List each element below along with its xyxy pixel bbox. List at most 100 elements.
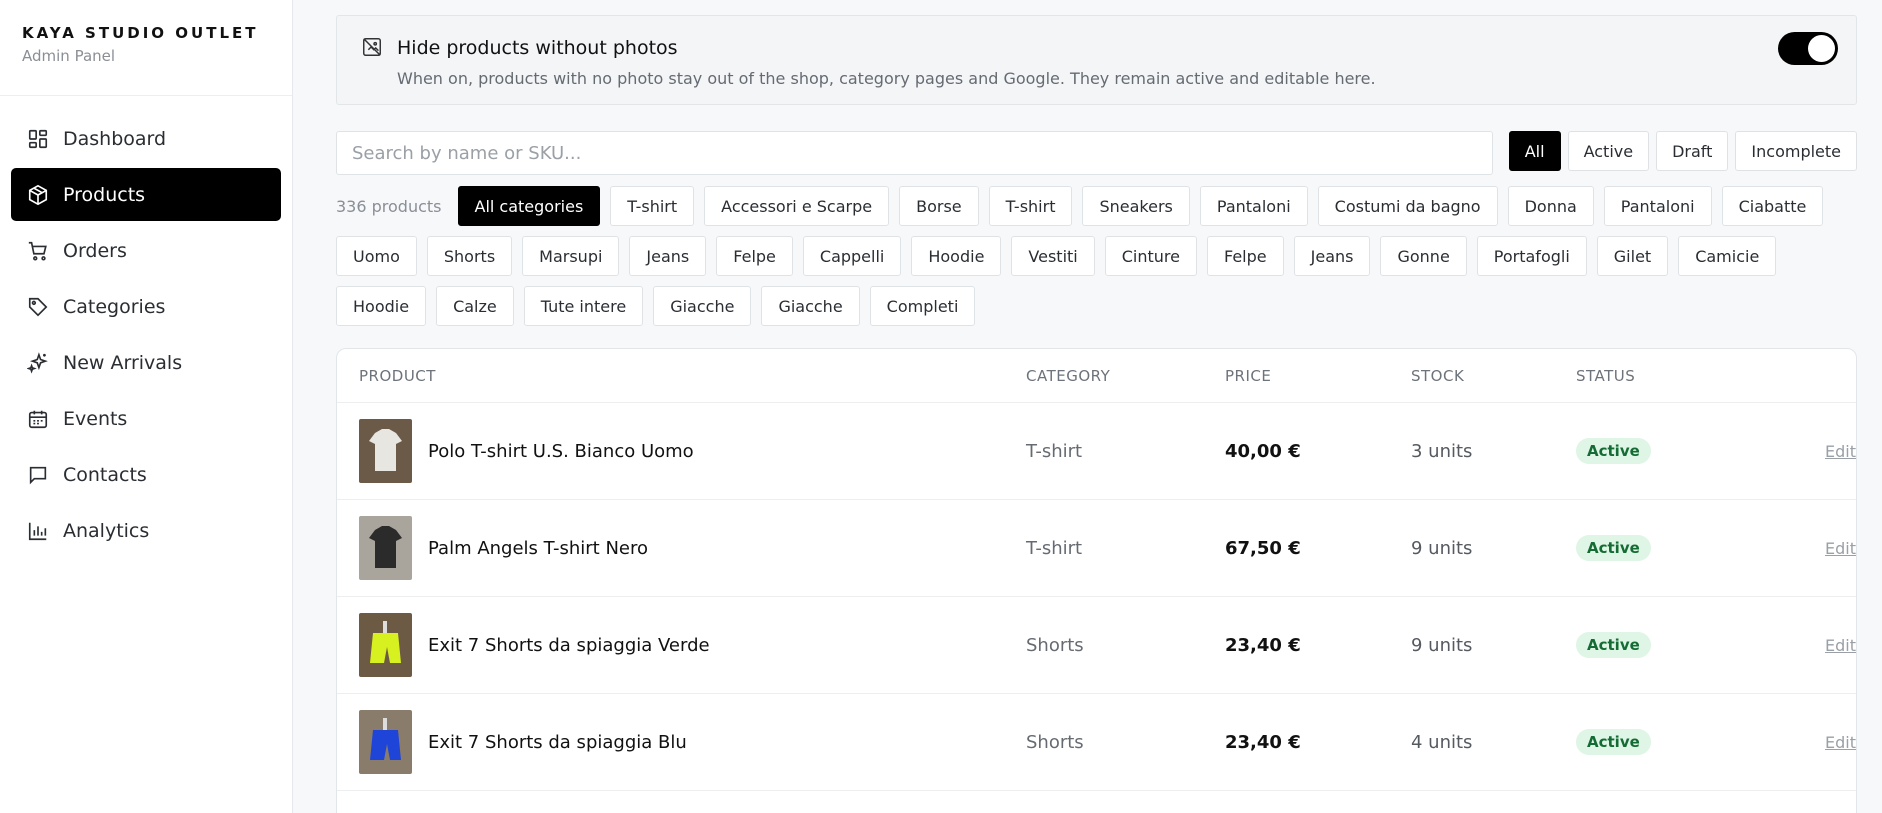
- status-badge: Active: [1576, 729, 1651, 755]
- status-filter-incomplete[interactable]: Incomplete: [1735, 131, 1857, 171]
- sidebar-item-new-arrivals[interactable]: New Arrivals: [11, 336, 281, 389]
- category-filter[interactable]: Pantaloni: [1199, 186, 1308, 226]
- product-name[interactable]: Exit 7 Shorts da spiaggia Blu: [428, 732, 687, 753]
- status-filter-draft[interactable]: Draft: [1656, 131, 1729, 171]
- category-filter[interactable]: Giacche: [653, 286, 752, 326]
- product-name[interactable]: Exit 7 Shorts da spiaggia Verde: [428, 635, 710, 656]
- category-filter[interactable]: Felpe: [716, 236, 793, 276]
- status-filter-active[interactable]: Active: [1567, 131, 1650, 171]
- main-content: Hide products without photos When on, pr…: [336, 0, 1857, 813]
- category-filter[interactable]: Borse: [899, 186, 979, 226]
- sidebar-item-orders[interactable]: Orders: [11, 224, 281, 277]
- header-price[interactable]: PRICE: [1225, 367, 1411, 385]
- category-filter[interactable]: Pantaloni: [1603, 186, 1712, 226]
- toggle-knob: [1808, 35, 1835, 62]
- status-badge: Active: [1576, 632, 1651, 658]
- category-filter[interactable]: T-shirt: [988, 186, 1073, 226]
- product-category: Shorts: [1026, 731, 1084, 753]
- category-filter[interactable]: Shorts: [426, 236, 513, 276]
- category-filters: 336 products All categories T-shirt Acce…: [336, 186, 1857, 326]
- product-thumbnail[interactable]: [359, 613, 412, 677]
- product-thumbnail[interactable]: [359, 419, 412, 483]
- category-filter[interactable]: Cappelli: [802, 236, 902, 276]
- table-header: PRODUCT CATEGORY PRICE STOCK STATUS: [337, 349, 1856, 403]
- status-badge: Active: [1576, 535, 1651, 561]
- header-status[interactable]: STATUS: [1576, 367, 1776, 385]
- status-badge: Active: [1576, 438, 1651, 464]
- sidebar-item-analytics[interactable]: Analytics: [11, 504, 281, 557]
- category-filter[interactable]: Vestiti: [1011, 236, 1095, 276]
- category-filter[interactable]: Gonne: [1380, 236, 1467, 276]
- category-filter[interactable]: Donna: [1507, 186, 1594, 226]
- table-row[interactable]: Exit 7 Shorts da spiaggia Verde Shorts 2…: [337, 597, 1856, 694]
- category-filter[interactable]: Costumi da bagno: [1317, 186, 1498, 226]
- brand-name: KAYA STUDIO OUTLET: [22, 24, 259, 42]
- product-name[interactable]: Polo T-shirt U.S. Bianco Uomo: [428, 441, 694, 462]
- sidebar-item-categories[interactable]: Categories: [11, 280, 281, 333]
- sidebar-nav: Dashboard Products Orders Categories New…: [0, 96, 292, 557]
- product-photo: [359, 419, 412, 483]
- header-product[interactable]: PRODUCT: [337, 367, 1026, 385]
- category-filter[interactable]: Giacche: [761, 286, 860, 326]
- dashboard-icon: [28, 129, 48, 148]
- category-filter[interactable]: T-shirt: [610, 186, 695, 226]
- tag-icon: [28, 297, 48, 316]
- status-filter-all[interactable]: All: [1508, 131, 1561, 171]
- category-filter[interactable]: Completi: [869, 286, 976, 326]
- search-input[interactable]: [336, 131, 1493, 175]
- product-thumbnail[interactable]: [359, 516, 412, 580]
- table-row[interactable]: Palm Angels T-shirt Nero T-shirt 67,50 €…: [337, 500, 1856, 597]
- sidebar: KAYA STUDIO OUTLET Admin Panel Dashboard…: [0, 0, 293, 813]
- table-row[interactable]: Exit 7 Shorts da spiaggia Blu Shorts 23,…: [337, 694, 1856, 791]
- category-filter[interactable]: Sneakers: [1082, 186, 1190, 226]
- category-filter[interactable]: Gilet: [1596, 236, 1669, 276]
- category-filter[interactable]: Felpe: [1207, 236, 1284, 276]
- sidebar-item-events[interactable]: Events: [11, 392, 281, 445]
- sidebar-item-contacts[interactable]: Contacts: [11, 448, 281, 501]
- calendar-icon: [28, 410, 48, 428]
- product-photo: [359, 710, 412, 774]
- category-filter[interactable]: Accessori e Scarpe: [704, 186, 890, 226]
- product-name[interactable]: Palm Angels T-shirt Nero: [428, 538, 648, 559]
- product-price: 23,40 €: [1225, 731, 1301, 753]
- hide-no-photo-toggle[interactable]: [1778, 32, 1838, 65]
- sidebar-item-dashboard[interactable]: Dashboard: [11, 112, 281, 165]
- edit-link[interactable]: Edit: [1825, 733, 1856, 752]
- box-icon: [28, 184, 48, 205]
- bar-chart-icon: [28, 522, 47, 540]
- image-off-icon: [363, 38, 381, 56]
- hide-no-photo-description: When on, products with no photo stay out…: [397, 69, 1376, 88]
- sidebar-item-label: Categories: [63, 295, 166, 318]
- category-filter[interactable]: Hoodie: [336, 286, 427, 326]
- sidebar-item-products[interactable]: Products: [11, 168, 281, 221]
- category-filter[interactable]: Uomo: [336, 236, 417, 276]
- product-photo: [359, 613, 412, 677]
- category-filter[interactable]: All categories: [457, 186, 601, 226]
- category-filter[interactable]: Calze: [436, 286, 514, 326]
- product-stock: 9 units: [1411, 537, 1473, 559]
- category-filter[interactable]: Hoodie: [911, 236, 1002, 276]
- category-filter[interactable]: Ciabatte: [1721, 186, 1824, 226]
- category-filter[interactable]: Jeans: [1293, 236, 1371, 276]
- category-filter[interactable]: Cinture: [1104, 236, 1197, 276]
- edit-link[interactable]: Edit: [1825, 442, 1856, 461]
- product-price: 23,40 €: [1225, 634, 1301, 656]
- product-category: T-shirt: [1026, 537, 1083, 559]
- category-filter[interactable]: Tute intere: [523, 286, 644, 326]
- edit-link[interactable]: Edit: [1825, 636, 1856, 655]
- edit-link[interactable]: Edit: [1825, 539, 1856, 558]
- category-filter[interactable]: Marsupi: [522, 236, 620, 276]
- product-thumbnail[interactable]: [359, 710, 412, 774]
- table-row[interactable]: Polo T-shirt U.S. Bianco Uomo T-shirt 40…: [337, 403, 1856, 500]
- category-filter[interactable]: Portafogli: [1476, 236, 1587, 276]
- category-filter[interactable]: Jeans: [629, 236, 707, 276]
- header-category[interactable]: CATEGORY: [1026, 367, 1225, 385]
- product-stock: 9 units: [1411, 634, 1473, 656]
- hide-no-photo-card: Hide products without photos When on, pr…: [336, 15, 1857, 105]
- header-stock[interactable]: STOCK: [1411, 367, 1576, 385]
- filter-bar: All Active Draft Incomplete: [336, 131, 1857, 176]
- product-stock: 3 units: [1411, 440, 1473, 462]
- product-photo: [359, 516, 412, 580]
- category-filter[interactable]: Camicie: [1678, 236, 1777, 276]
- hide-no-photo-title: Hide products without photos: [397, 37, 678, 59]
